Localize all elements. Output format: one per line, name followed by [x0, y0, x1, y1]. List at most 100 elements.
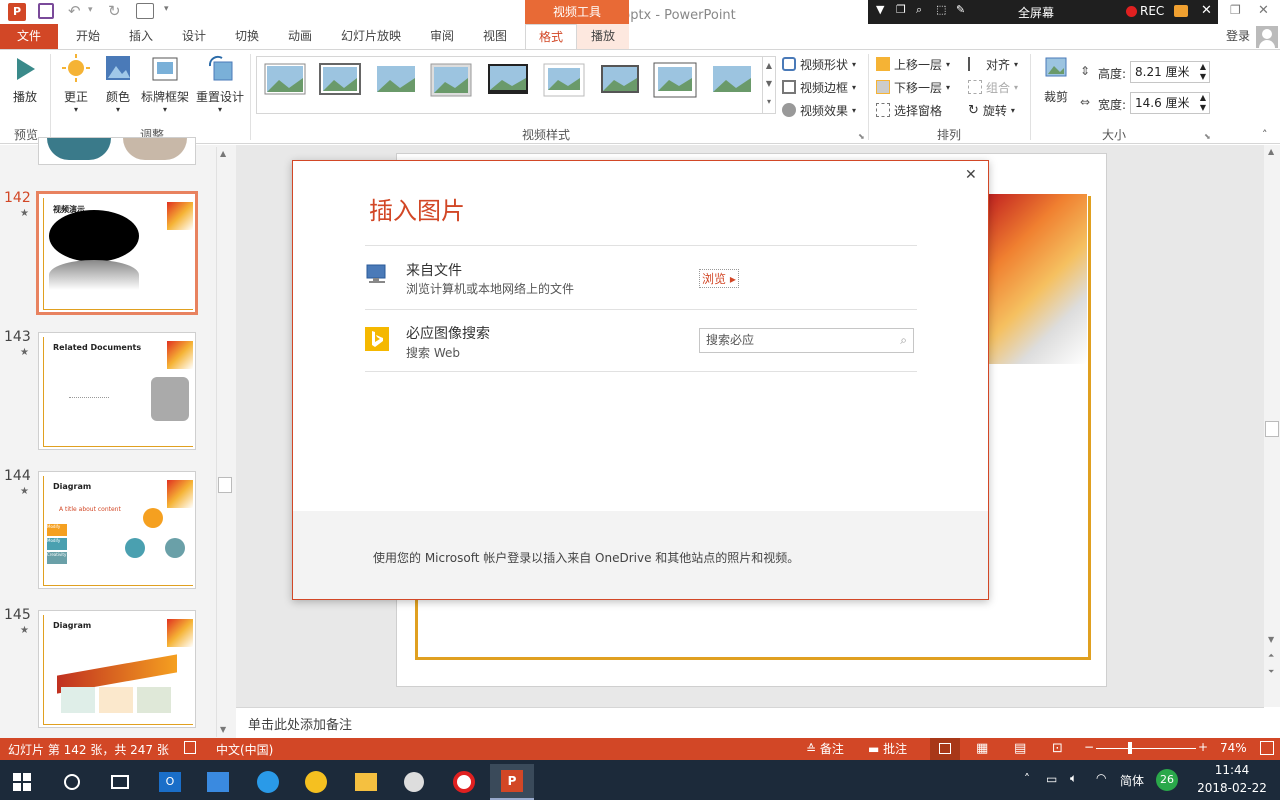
battery-icon[interactable]: ▭	[1046, 772, 1057, 786]
poster-frame-button[interactable]: 标牌框架 ▾	[140, 54, 190, 114]
gallery-scroll[interactable]: ▲ ▼ ▾	[762, 57, 775, 113]
notification-badge[interactable]: 26	[1156, 769, 1178, 791]
task-view-button[interactable]	[98, 764, 142, 800]
tray-chevron-icon[interactable]: ˄	[1024, 772, 1030, 786]
corrections-button[interactable]: 更正 ▾	[58, 54, 94, 114]
ime-indicator[interactable]: 简体	[1120, 772, 1144, 789]
prev-slide-icon[interactable]: ⏶	[1268, 651, 1274, 661]
scroll-up-icon[interactable]: ▲	[220, 149, 226, 158]
bing-search-input[interactable]: 搜索必应 ⌕	[699, 328, 914, 353]
width-input[interactable]: 14.6 厘米 ▲ ▼	[1130, 92, 1210, 114]
video-shape-button[interactable]: 视频形状 ▾	[782, 54, 856, 74]
slide-thumbnail-142[interactable]: 视频演示	[36, 191, 198, 315]
powerpoint-app[interactable]: P	[490, 764, 534, 800]
restore-icon[interactable]: ❐	[896, 3, 906, 16]
start-from-beginning-icon[interactable]	[136, 3, 154, 19]
clock-date[interactable]: 2018-02-22	[1190, 781, 1274, 795]
bring-forward-button[interactable]: 上移一层 ▾	[876, 54, 950, 74]
slide-thumbnail-143[interactable]: Related Documents	[38, 332, 196, 450]
region-icon[interactable]: ⬚	[936, 3, 946, 16]
video-effects-button[interactable]: 视频效果 ▾	[782, 100, 856, 120]
rec-label[interactable]: REC	[1140, 4, 1164, 18]
customize-qat-icon[interactable]: ▾	[164, 4, 169, 14]
spinner-icon[interactable]: ▲ ▼	[1200, 62, 1206, 82]
slide-thumbnail-145[interactable]: Diagram	[38, 610, 196, 728]
tab-slideshow[interactable]: 幻灯片放映	[334, 24, 408, 49]
spinner-icon[interactable]: ▲ ▼	[1200, 93, 1206, 113]
thumbs-scrollbar[interactable]: ▲ ▼	[216, 147, 232, 737]
slide-thumbnail-141[interactable]	[38, 137, 196, 165]
scroll-down-icon[interactable]: ▼	[220, 725, 226, 734]
dialog-launcher-icon[interactable]: ⬊	[858, 132, 865, 141]
recorder-app[interactable]	[442, 764, 486, 800]
notes-toggle[interactable]: ≙ 备注	[806, 740, 844, 757]
tab-design[interactable]: 设计	[172, 24, 216, 49]
tab-format[interactable]: 格式	[525, 24, 577, 50]
tab-insert[interactable]: 插入	[119, 24, 163, 49]
send-backward-button[interactable]: 下移一层 ▾	[876, 77, 950, 97]
reset-design-button[interactable]: 重置设计 ▾	[194, 54, 246, 114]
tab-transitions[interactable]: 切换	[225, 24, 269, 49]
magnifier-icon[interactable]: ⌕	[916, 3, 922, 17]
color-button[interactable]: 颜色 ▾	[100, 54, 136, 114]
search-button[interactable]	[50, 764, 94, 800]
outlook-app[interactable]: O	[148, 764, 192, 800]
sign-in-link[interactable]: 登录	[1218, 24, 1258, 49]
group-button[interactable]: 组合 ▾	[968, 77, 1018, 97]
tab-home[interactable]: 开始	[66, 24, 110, 49]
avatar[interactable]	[1256, 26, 1278, 48]
fullscreen-label[interactable]: 全屏幕	[1018, 4, 1054, 21]
video-style-9[interactable]	[710, 60, 754, 100]
search-icon[interactable]: ⌕	[900, 329, 907, 352]
volume-icon[interactable]: 🔈︎	[1070, 771, 1077, 786]
save-icon[interactable]	[38, 3, 54, 19]
dialog-launcher-icon[interactable]: ⬊	[1204, 132, 1211, 141]
reading-view-icon[interactable]: ▤	[1014, 741, 1026, 756]
undo-dropdown-icon[interactable]: ▾	[88, 5, 93, 15]
scroll-up-icon[interactable]: ▲	[1268, 147, 1274, 156]
normal-view-button[interactable]	[930, 738, 960, 760]
video-style-5[interactable]	[486, 60, 530, 100]
video-style-4[interactable]	[429, 60, 473, 100]
slideshow-view-icon[interactable]: ⊡	[1052, 741, 1063, 756]
scroll-thumb[interactable]	[218, 477, 232, 493]
video-style-8[interactable]	[653, 60, 697, 100]
crop-button[interactable]: 裁剪	[1038, 54, 1074, 105]
selection-pane-button[interactable]: 选择窗格	[876, 100, 942, 120]
video-style-3[interactable]	[374, 60, 418, 100]
zoom-slider-thumb[interactable]	[1128, 742, 1132, 754]
zoom-in-icon[interactable]: +	[1198, 740, 1208, 754]
rotate-button[interactable]: ↻ 旋转 ▾	[968, 100, 1015, 120]
tab-animations[interactable]: 动画	[278, 24, 322, 49]
wifi-icon[interactable]: ◠	[1096, 771, 1106, 785]
browser-app[interactable]	[246, 764, 290, 800]
browse-link[interactable]: 浏览 ▸	[699, 269, 739, 288]
recorder-close-icon[interactable]: ✕	[1201, 3, 1212, 18]
zoom-slider[interactable]	[1096, 748, 1196, 749]
pen-icon[interactable]: ✎	[956, 3, 965, 16]
language-status[interactable]: 中文(中国)	[216, 741, 273, 758]
scroll-down-icon[interactable]: ▼	[1268, 635, 1274, 644]
slide-sorter-icon[interactable]: ▦	[976, 741, 988, 756]
video-style-2[interactable]	[318, 60, 362, 100]
ribbon-display-icon[interactable]: ❐	[1230, 3, 1241, 17]
editor-scrollbar[interactable]: ▲ ▼ ⏶ ⏷	[1264, 145, 1280, 707]
video-border-button[interactable]: 视频边框 ▾	[782, 77, 856, 97]
fit-to-window-icon[interactable]	[1260, 741, 1274, 755]
scroll-thumb[interactable]	[1265, 421, 1279, 437]
play-button[interactable]: 播放	[8, 54, 42, 105]
start-button[interactable]	[0, 764, 44, 800]
clock-time[interactable]: 11:44	[1202, 763, 1262, 777]
dialog-close-icon[interactable]: ✕	[965, 167, 977, 183]
spellcheck-icon[interactable]	[184, 741, 196, 754]
align-button[interactable]: 对齐 ▾	[968, 54, 1018, 74]
zoom-out-icon[interactable]: −	[1084, 740, 1094, 754]
video-style-7[interactable]	[598, 60, 642, 100]
video-style-1[interactable]	[263, 60, 307, 100]
zoom-level[interactable]: 74%	[1220, 741, 1247, 755]
app-4[interactable]	[294, 764, 338, 800]
tab-view[interactable]: 视图	[473, 24, 517, 49]
height-input[interactable]: 8.21 厘米 ▲ ▼	[1130, 61, 1210, 83]
tab-review[interactable]: 审阅	[420, 24, 464, 49]
video-style-6[interactable]	[542, 60, 586, 100]
